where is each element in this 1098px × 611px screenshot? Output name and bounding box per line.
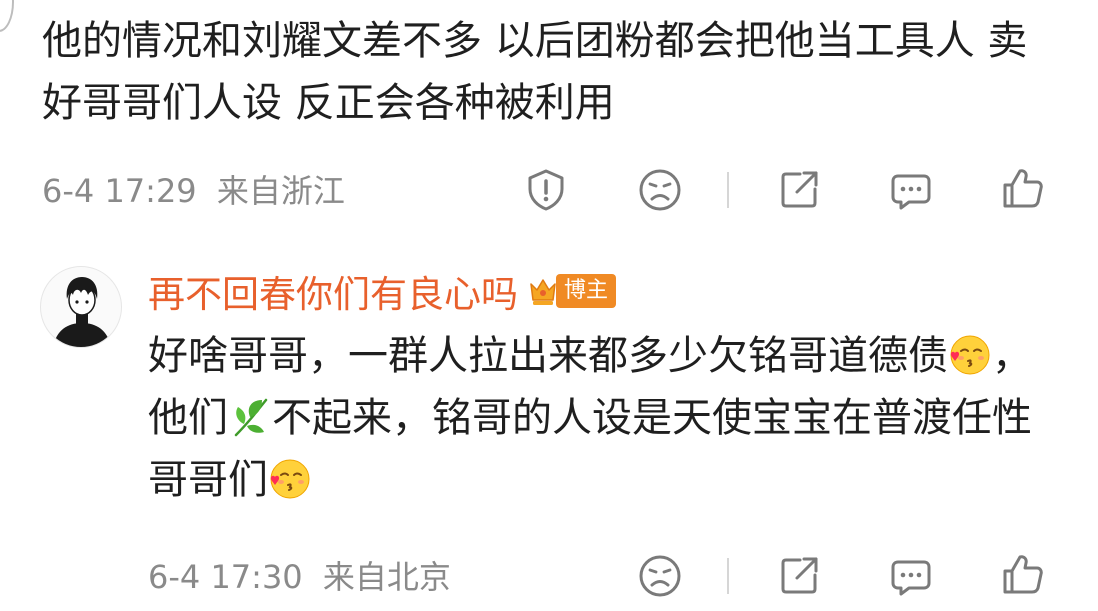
sad-face-icon[interactable]: [637, 167, 683, 213]
thumbs-up-icon[interactable]: [1000, 551, 1046, 597]
herb-emoji: [228, 395, 272, 439]
comment-meta: 6-4 17:30 来自北京: [148, 557, 451, 597]
share-icon[interactable]: [776, 553, 822, 599]
sad-face-icon[interactable]: [637, 553, 683, 599]
avatar[interactable]: [40, 266, 122, 348]
comment-icon[interactable]: [888, 167, 934, 213]
share-icon[interactable]: [776, 167, 822, 213]
comment-meta: 6-4 17:29 来自浙江: [42, 171, 345, 211]
comment-icon[interactable]: [888, 553, 934, 599]
author-name[interactable]: 再不回春你们有良心吗: [148, 264, 518, 318]
text-part: 好啥哥哥，一群人拉出来都多少欠铭哥道德债: [148, 333, 948, 379]
report-icon[interactable]: [523, 167, 569, 213]
crown-icon: [530, 279, 556, 305]
divider: [727, 558, 729, 594]
kiss-emoji: [948, 333, 992, 377]
author-row: 再不回春你们有良心吗 博主: [148, 264, 617, 318]
blogger-badge: 博主: [556, 274, 617, 308]
comment-time: 6-4 17:30: [148, 558, 303, 596]
comment-location: 来自北京: [322, 558, 451, 596]
comment-time: 6-4 17:29: [42, 172, 197, 210]
kiss-emoji: [268, 457, 312, 501]
thumbs-up-icon[interactable]: [1000, 165, 1046, 211]
comment-text: 好啥哥哥，一群人拉出来都多少欠铭哥道德债 ，他们 不起来，铭哥的人设是天使宝宝在普渡…: [148, 325, 1048, 511]
previous-avatar-edge: [0, 0, 14, 32]
comment-location: 来自浙江: [216, 172, 345, 210]
divider: [727, 172, 729, 208]
comment-text: 他的情况和刘耀文差不多 以后团粉都会把他当工具人 卖好哥哥们人设 反正会各种被利…: [42, 18, 1028, 126]
